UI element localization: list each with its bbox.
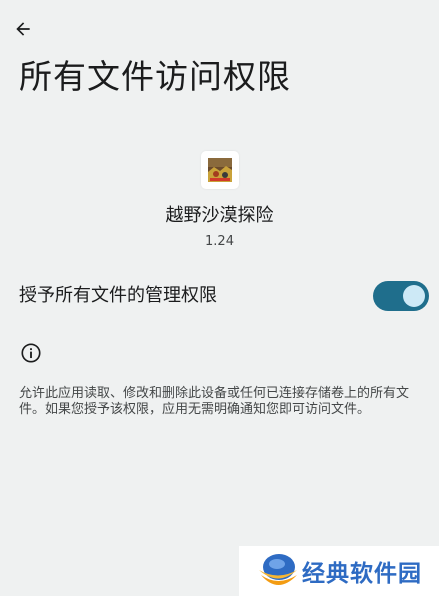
back-button[interactable] [8,14,38,44]
watermark-logo-icon [259,554,297,585]
page-title: 所有文件访问权限 [19,57,291,96]
app-version: 1.24 [205,234,234,249]
permission-description: 允许此应用读取、修改和删除此设备或任何已连接存储卷上的所有文件。如果您授予该权限… [19,386,410,417]
toggle-thumb [403,285,425,307]
info-icon [21,343,41,363]
app-name: 越野沙漠探险 [165,205,274,226]
arrow-back-icon [16,22,30,36]
app-icon [201,151,239,189]
watermark: 经典软件园 [239,546,439,596]
permission-toggle[interactable] [373,281,429,311]
all-files-permission-row[interactable]: 授予所有文件的管理权限 [0,274,439,318]
app-thumbnail [208,158,232,182]
permission-label: 授予所有文件的管理权限 [19,285,217,306]
watermark-text: 经典软件园 [302,561,422,587]
